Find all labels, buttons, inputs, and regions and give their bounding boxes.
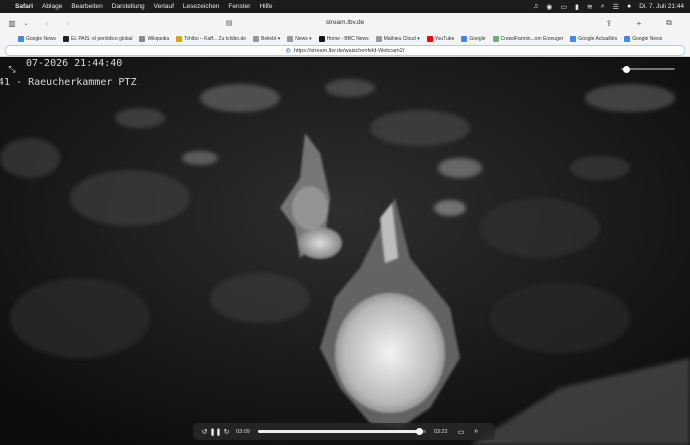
skip-forward-icon[interactable]: » (471, 426, 482, 437)
favorite-item[interactable]: Wikipedia (139, 35, 170, 42)
favicon-icon (461, 35, 468, 42)
share-icon[interactable]: ⇪ (603, 17, 615, 29)
wifi-icon[interactable]: ≋ (587, 3, 593, 11)
fullscreen-expand-icon[interactable]: ⤡ (6, 63, 18, 75)
osd-camera-name: 41 - Raeucherkammer PTZ (0, 77, 137, 88)
forward-15-icon[interactable]: ↻ (221, 426, 232, 437)
battery-icon[interactable]: ▮ (575, 3, 579, 11)
favorite-item[interactable]: Mathieu Cloud ▾ (375, 35, 420, 42)
new-tab-icon[interactable]: + (633, 17, 645, 29)
url-row: ◍ https://stream.lbv.de/waischenfeld-Web… (0, 44, 690, 57)
menu-item-ablage[interactable]: Ablage (42, 3, 62, 10)
volume-slider[interactable] (617, 66, 677, 73)
forward-icon[interactable]: › (62, 17, 74, 29)
favorite-item[interactable]: Google News (624, 35, 663, 42)
webcam-image (0, 58, 690, 445)
favorite-label: EL PAÍS: el periódico global (71, 35, 133, 42)
music-icon[interactable]: ♫ (533, 3, 538, 10)
favorite-label: News ▾ (295, 35, 312, 42)
favorite-label: Beliebt ▾ (261, 35, 281, 42)
favorite-label: Home - BBC News (326, 35, 369, 42)
favorite-label: Wikipedia (147, 35, 170, 42)
search-icon[interactable]: ⌕ (601, 3, 605, 11)
progress-bar[interactable] (257, 428, 426, 435)
rewind-15-icon[interactable]: ↺ (199, 426, 210, 437)
siri-icon[interactable]: ● (627, 3, 631, 10)
sidebar-icon[interactable]: ▥ (6, 17, 18, 29)
tab-overview-icon[interactable]: ⧉ (663, 17, 675, 29)
airplay-icon[interactable]: ▭ (456, 426, 467, 437)
favicon-icon (492, 35, 499, 42)
osd-timestamp: 07-2026 21:44:40 (26, 58, 123, 69)
address-bar[interactable]: ◍ https://stream.lbv.de/waischenfeld-Web… (5, 45, 685, 56)
favorite-item[interactable]: News ▾ (287, 35, 312, 42)
favorite-item[interactable]: Google News (18, 35, 57, 42)
menu-item-darstellung[interactable]: Darstellung (112, 3, 145, 10)
sidebar-chevron-icon[interactable]: ⌄ (20, 17, 32, 29)
progress-fill (257, 430, 420, 433)
favorite-label: Google (469, 35, 486, 42)
favorite-item[interactable]: EL PAÍS: el periódico global (63, 35, 133, 42)
favicon-icon (570, 35, 577, 42)
volume-knob[interactable] (622, 66, 630, 73)
favorite-label: Google News (632, 35, 663, 42)
favorite-item[interactable]: CrowdFarmin...om Erzeuger (492, 35, 564, 42)
favorite-item[interactable]: Beliebt ▾ (253, 35, 281, 42)
current-time: 03:09 (236, 428, 250, 435)
favicon-icon (176, 35, 183, 42)
record-icon[interactable]: ◉ (546, 3, 552, 11)
progress-thumb[interactable] (416, 428, 424, 435)
favicon-icon (624, 35, 631, 42)
total-time: 03:22 (433, 428, 448, 435)
favorite-item[interactable]: Google (461, 35, 486, 42)
menu-item-fenster[interactable]: Fenster (228, 3, 250, 10)
video-player[interactable]: 07-2026 21:44:40 41 - Raeucherkammer PTZ… (0, 58, 690, 445)
menu-item-verlauf[interactable]: Verlauf (154, 3, 174, 10)
menu-bar: Safari Ablage Bearbeiten Darstellung Ver… (0, 0, 690, 13)
favicon-icon (139, 35, 146, 42)
favorite-label: Mathieu Cloud ▾ (383, 35, 420, 42)
control-center-icon[interactable]: ☰ (613, 3, 619, 11)
favicon-icon (18, 35, 24, 42)
favorite-item[interactable]: Google Actualités (570, 35, 618, 42)
screen-icon[interactable]: ▭ (560, 3, 567, 11)
favorite-item[interactable]: Tchibo – Kaff... Zu tchibo.de (176, 35, 247, 42)
menu-item-lesezeichen[interactable]: Lesezeichen (183, 3, 220, 10)
favicon-icon (253, 35, 260, 42)
back-icon[interactable]: ‹ (41, 17, 53, 29)
pause-icon[interactable]: ❚❚ (210, 426, 222, 437)
favorite-item[interactable]: Home - BBC News (318, 35, 369, 42)
menu-item-hilfe[interactable]: Hilfe (259, 3, 272, 10)
favorites-bar: Google News EL PAÍS: el periódico global W… (0, 33, 690, 44)
favorite-label: Google Actualités (578, 35, 618, 42)
favicon-icon (426, 35, 433, 42)
favorite-label: Google News (26, 35, 57, 42)
favorite-label: Tchibo – Kaff... Zu tchibo.de (184, 35, 247, 42)
menu-app-name[interactable]: Safari (15, 3, 33, 10)
page-icon[interactable]: ▤ (223, 17, 235, 29)
favicon-icon (287, 35, 294, 42)
favicon-icon (375, 35, 382, 42)
favorite-item[interactable]: YouTube (426, 35, 455, 42)
favorite-label: CrowdFarmin...om Erzeuger (500, 35, 564, 42)
favorite-label: YouTube (434, 35, 455, 42)
menu-item-bearbeiten[interactable]: Bearbeiten (71, 3, 102, 10)
playback-controls: ↺ ❚❚ ↻ 03:09 03:22 ▭ » (193, 423, 495, 440)
menu-clock[interactable]: Di. 7. Juli 21:44 (639, 3, 684, 10)
favicon-icon (63, 35, 70, 42)
address-text: https://stream.lbv.de/waischenfeld-Webca… (293, 47, 405, 54)
favicon-icon (318, 35, 325, 42)
tab-title[interactable]: stream.lbv.de (326, 19, 365, 26)
secure-globe-icon: ◍ (285, 48, 291, 54)
